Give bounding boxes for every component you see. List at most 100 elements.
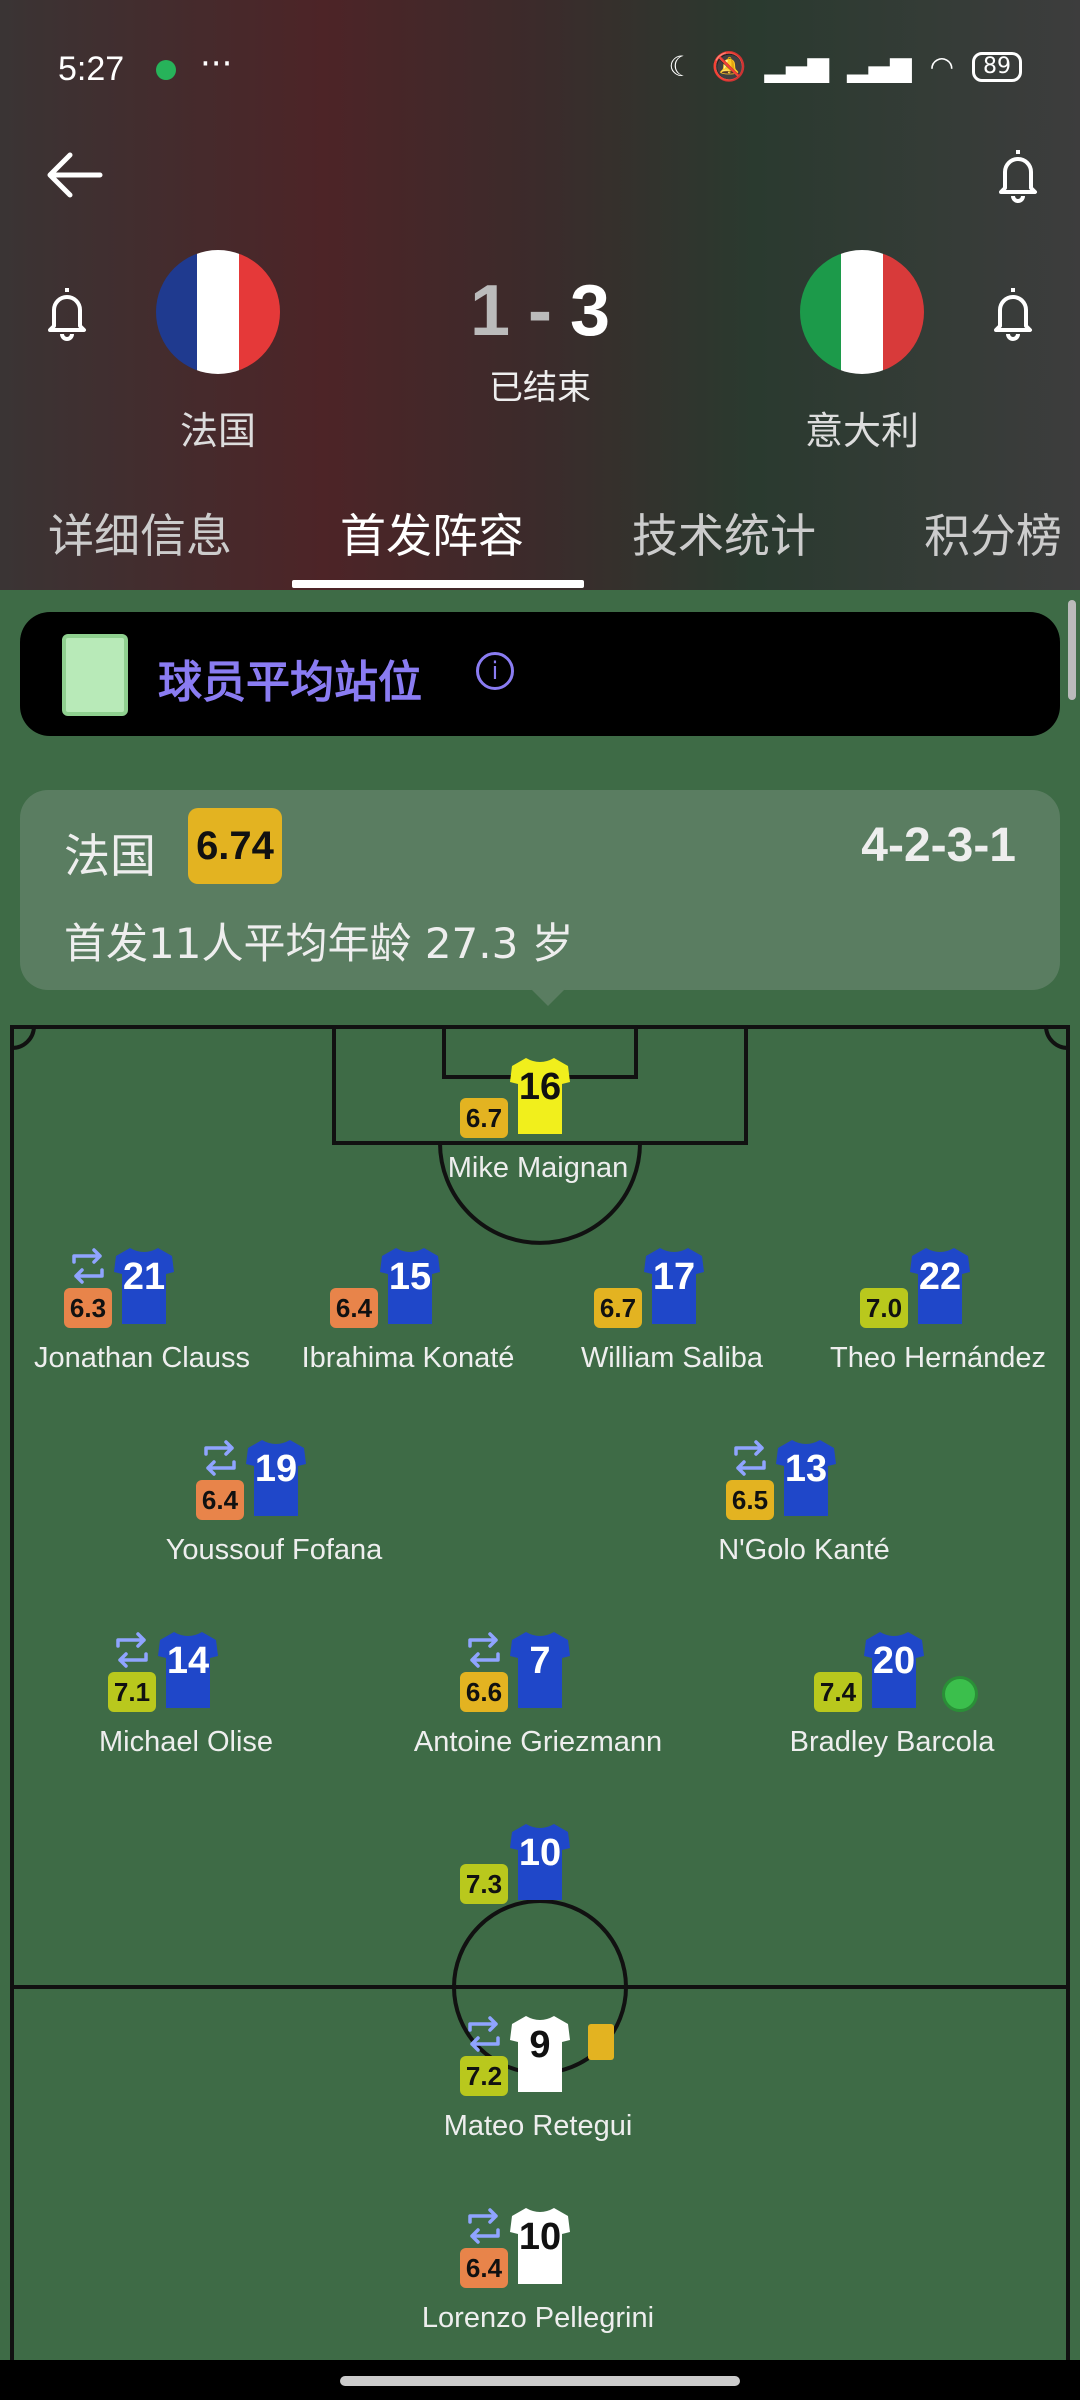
- player-name: Ibrahima Konaté: [301, 1342, 515, 1374]
- info-icon[interactable]: i: [476, 652, 514, 690]
- player-12[interactable]: 9 7.2 Mateo Retegui: [388, 2014, 688, 2154]
- status-time: 5:27: [58, 50, 125, 88]
- battery-icon: 89: [972, 51, 1022, 82]
- shirt-icon: 21: [112, 1246, 176, 1326]
- shirt-number: 16: [518, 1066, 562, 1108]
- scrollbar[interactable]: [1068, 600, 1076, 700]
- shirt-number: 19: [254, 1448, 298, 1490]
- player-3[interactable]: 15 6.4 Ibrahima Konaté: [258, 1246, 558, 1386]
- tab-lineups[interactable]: 首发阵容: [340, 500, 524, 566]
- player-name: William Saliba: [580, 1342, 764, 1374]
- shirt-number: 22: [918, 1256, 962, 1298]
- formation: 4-2-3-1: [861, 819, 1016, 872]
- shirt-icon: 15: [378, 1246, 442, 1326]
- home-score: 1: [469, 271, 510, 351]
- player-rating: 6.7: [594, 1288, 642, 1328]
- shirt-number: 9: [529, 2024, 551, 2066]
- scoreline: 1-3: [0, 270, 1080, 352]
- player-2[interactable]: 21 6.3 Jonathan Clauss: [0, 1246, 292, 1386]
- team-card-name: 法国: [64, 829, 156, 883]
- team-rating: 6.74: [188, 808, 282, 884]
- player-8[interactable]: 14 7.1 Michael Olise: [36, 1630, 336, 1770]
- shirt-icon: 10: [508, 2206, 572, 2286]
- player-7[interactable]: 13 6.5 N'Golo Kanté: [654, 1438, 954, 1578]
- shirt-icon: 14: [156, 1630, 220, 1710]
- pitch-icon: [62, 634, 128, 716]
- shirt-icon: 9: [508, 2014, 572, 2094]
- tab-bar: 详细信息 首发阵容 技术统计 积分榜: [0, 500, 1080, 590]
- back-arrow-icon[interactable]: [40, 140, 110, 210]
- shirt-number: 10: [518, 1832, 562, 1874]
- moon-icon: ☾: [668, 50, 694, 83]
- player-name: Youssouf Fofana: [165, 1534, 383, 1566]
- wifi-icon: ◠: [929, 50, 954, 83]
- player-rating: 6.4: [196, 1480, 244, 1520]
- average-age-label: 首发11人平均年龄: [64, 919, 412, 968]
- active-tab-indicator: [292, 580, 584, 588]
- player-10[interactable]: 20 7.4 Bradley Barcola: [742, 1630, 1042, 1770]
- signal-icon: ▂▄▆: [764, 50, 829, 83]
- bell-icon[interactable]: [993, 144, 1043, 204]
- tab-stats[interactable]: 技术统计: [632, 500, 816, 566]
- shirt-number: 20: [872, 1640, 916, 1682]
- player-rating: 7.1: [108, 1672, 156, 1712]
- shirt-icon: 22: [908, 1246, 972, 1326]
- more-notifications-icon: ···: [200, 44, 233, 84]
- player-1[interactable]: 16 6.7 Mike Maignan: [388, 1056, 688, 1196]
- tab-standings[interactable]: 积分榜: [924, 500, 1062, 566]
- team-summary-card: 法国 6.74 4-2-3-1 首发11人平均年龄 27.3 岁: [20, 790, 1060, 1006]
- player-rating: 6.5: [726, 1480, 774, 1520]
- substitution-icon: [72, 1248, 104, 1284]
- player-rating: 7.2: [460, 2056, 508, 2096]
- player-11[interactable]: 10 7.3: [388, 1822, 688, 1962]
- status-bar: 5:27 ··· ☾ 🔕 ▂▄▆ ▂▄▆ ◠ 89: [0, 44, 1080, 90]
- player-rating: 6.3: [64, 1288, 112, 1328]
- notification-icon: [156, 60, 176, 80]
- score-separator: -: [528, 271, 552, 351]
- substitution-icon: [468, 2208, 500, 2244]
- lineup-content: 球员平均站位 i 法国 6.74 4-2-3-1 首发11人平均年龄 27.3 …: [0, 590, 1080, 2360]
- player-name: Jonathan Clauss: [33, 1342, 251, 1374]
- mute-icon: 🔕: [711, 50, 747, 83]
- player-4[interactable]: 17 6.7 William Saliba: [522, 1246, 822, 1386]
- shirt-icon: 13: [774, 1438, 838, 1518]
- signal-icon-2: ▂▄▆: [846, 50, 912, 83]
- average-age: 首发11人平均年龄 27.3 岁: [64, 910, 574, 971]
- substitution-icon: [468, 1632, 500, 1668]
- shirt-icon: 20: [862, 1630, 926, 1710]
- tab-details[interactable]: 详细信息: [48, 500, 232, 566]
- card-pointer: [530, 988, 566, 1006]
- shirt-number: 15: [388, 1256, 432, 1298]
- status-icons: ☾ 🔕 ▂▄▆ ▂▄▆ ◠ 89: [668, 50, 1022, 83]
- player-name: N'Golo Kanté: [718, 1534, 890, 1566]
- home-gesture-bar[interactable]: [340, 2376, 740, 2386]
- match-status: 已结束: [489, 368, 591, 408]
- shirt-icon: 10: [508, 1822, 572, 1902]
- player-name: Mateo Retegui: [443, 2110, 633, 2142]
- away-score: 3: [569, 271, 611, 351]
- player-rating: 7.3: [460, 1864, 508, 1904]
- system-nav-bar: [0, 2360, 1080, 2400]
- average-age-value: 27.3 岁: [424, 919, 574, 968]
- shirt-number: 13: [784, 1448, 828, 1490]
- player-name: Mike Maignan: [447, 1152, 629, 1184]
- shirt-number: 10: [518, 2216, 562, 2258]
- player-name: Antoine Griezmann: [413, 1726, 663, 1758]
- player-9[interactable]: 7 6.6 Antoine Griezmann: [388, 1630, 688, 1770]
- player-rating: 6.7: [460, 1098, 508, 1138]
- player-name: Bradley Barcola: [789, 1726, 995, 1758]
- player-6[interactable]: 19 6.4 Youssouf Fofana: [124, 1438, 424, 1578]
- shirt-number: 21: [122, 1256, 166, 1298]
- shirt-icon: 7: [508, 1630, 572, 1710]
- shirt-icon: 19: [244, 1438, 308, 1518]
- shirt-icon: 17: [642, 1246, 706, 1326]
- player-name: Theo Hernández: [829, 1342, 1047, 1374]
- shirt-number: 17: [652, 1256, 696, 1298]
- average-position-button[interactable]: 球员平均站位 i: [20, 612, 1060, 736]
- yellow-card-icon: [588, 2024, 614, 2060]
- player-name: Michael Olise: [98, 1726, 274, 1758]
- player-rating: 6.6: [460, 1672, 508, 1712]
- player-13[interactable]: 10 6.4 Lorenzo Pellegrini: [388, 2206, 688, 2346]
- player-5[interactable]: 22 7.0 Theo Hernández: [788, 1246, 1080, 1386]
- player-rating: 7.4: [814, 1672, 862, 1712]
